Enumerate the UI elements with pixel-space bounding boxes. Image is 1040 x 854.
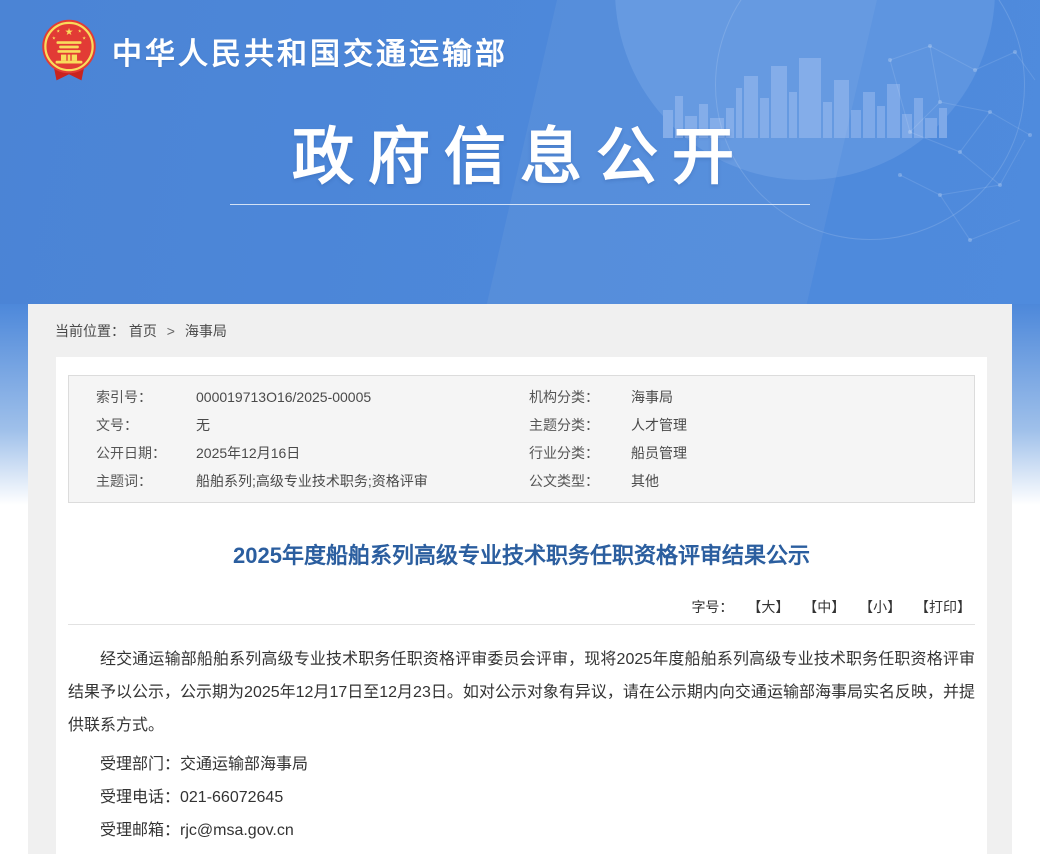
meta-field-label: 公开日期：: [96, 443, 196, 463]
meta-field-value: 船员管理: [631, 443, 974, 463]
font-size-label: 字号：: [691, 599, 733, 615]
meta-table: 索引号：000019713O16/2025-00005机构分类：海事局文号：无主…: [68, 375, 975, 503]
breadcrumb-separator: >: [167, 323, 175, 339]
breadcrumb-current-link[interactable]: 海事局: [185, 323, 227, 339]
svg-text:★: ★: [52, 35, 56, 40]
article-paragraph: 经交通运输部船舶系列高级专业技术职务任职资格评审委员会评审，现将2025年度船舶…: [68, 643, 975, 742]
meta-field-label: 主题词：: [96, 471, 196, 491]
meta-field-value: 2025年12月16日: [196, 443, 529, 463]
article-body: 经交通运输部船舶系列高级专业技术职务任职资格评审委员会评审，现将2025年度船舶…: [68, 643, 975, 854]
svg-text:★: ★: [56, 28, 60, 33]
meta-field-value: 海事局: [631, 387, 974, 407]
meta-row: 索引号：000019713O16/2025-00005机构分类：海事局: [69, 383, 974, 411]
national-emblem-icon: ★ ★ ★ ★ ★: [40, 18, 98, 84]
font-size-controls: 字号： 【大】 【中】 【小】 【打印】: [68, 597, 975, 617]
meta-field-value: 其他: [631, 471, 974, 491]
meta-field-value: 无: [196, 415, 529, 435]
meta-field-value: 人才管理: [631, 415, 974, 435]
banner: ★ ★ ★ ★ ★ 中华人民共和国交通运输部 政府信息公开: [0, 0, 1040, 304]
site-name: 中华人民共和国交通运输部: [112, 29, 508, 73]
meta-field-label: 文号：: [96, 415, 196, 435]
contact-line: 受理部门：交通运输部海事局: [68, 754, 975, 775]
meta-row: 文号：无主题分类：人才管理: [69, 411, 974, 439]
meta-field-label: 索引号：: [96, 387, 196, 407]
breadcrumb-home-link[interactable]: 首页: [129, 323, 157, 339]
title-separator: [68, 624, 975, 625]
svg-text:★: ★: [82, 35, 86, 40]
meta-field-label: 公文类型：: [529, 471, 631, 491]
meta-row: 公开日期：2025年12月16日行业分类：船员管理: [69, 439, 974, 467]
article-panel: 索引号：000019713O16/2025-00005机构分类：海事局文号：无主…: [56, 357, 987, 854]
banner-underline: [230, 204, 810, 205]
meta-field-value: 船舶系列;高级专业技术职务;资格评审: [196, 471, 529, 491]
meta-field-label: 机构分类：: [529, 387, 631, 407]
print-button[interactable]: 【打印】: [915, 599, 971, 615]
contact-info: 受理部门：交通运输部海事局受理电话：021-66072645 受理邮箱：rjc@m…: [68, 754, 975, 854]
font-size-small-button[interactable]: 【小】: [859, 599, 901, 615]
meta-row: 主题词：船舶系列;高级专业技术职务;资格评审公文类型：其他: [69, 467, 974, 495]
article-title: 2025年度船舶系列高级专业技术职务任职资格评审结果公示: [68, 541, 975, 571]
banner-title: 政府信息公开: [0, 118, 1040, 198]
meta-field-label: 行业分类：: [529, 443, 631, 463]
font-size-large-button[interactable]: 【大】: [747, 599, 789, 615]
svg-text:★: ★: [65, 27, 74, 38]
contact-line: 受理电话：021-66072645: [68, 787, 975, 808]
breadcrumb-label: 当前位置：: [55, 323, 125, 339]
meta-field-label: 主题分类：: [529, 415, 631, 435]
breadcrumb: 当前位置： 首页 > 海事局: [28, 304, 1012, 340]
font-size-medium-button[interactable]: 【中】: [803, 599, 845, 615]
content-container: 当前位置： 首页 > 海事局 索引号：000019713O16/2025-000…: [28, 304, 1012, 854]
site-header: ★ ★ ★ ★ ★ 中华人民共和国交通运输部: [0, 0, 1040, 84]
meta-field-value: 000019713O16/2025-00005: [196, 389, 529, 405]
contact-line: 受理邮箱：rjc@msa.gov.cn: [68, 820, 975, 841]
svg-text:★: ★: [78, 28, 82, 33]
